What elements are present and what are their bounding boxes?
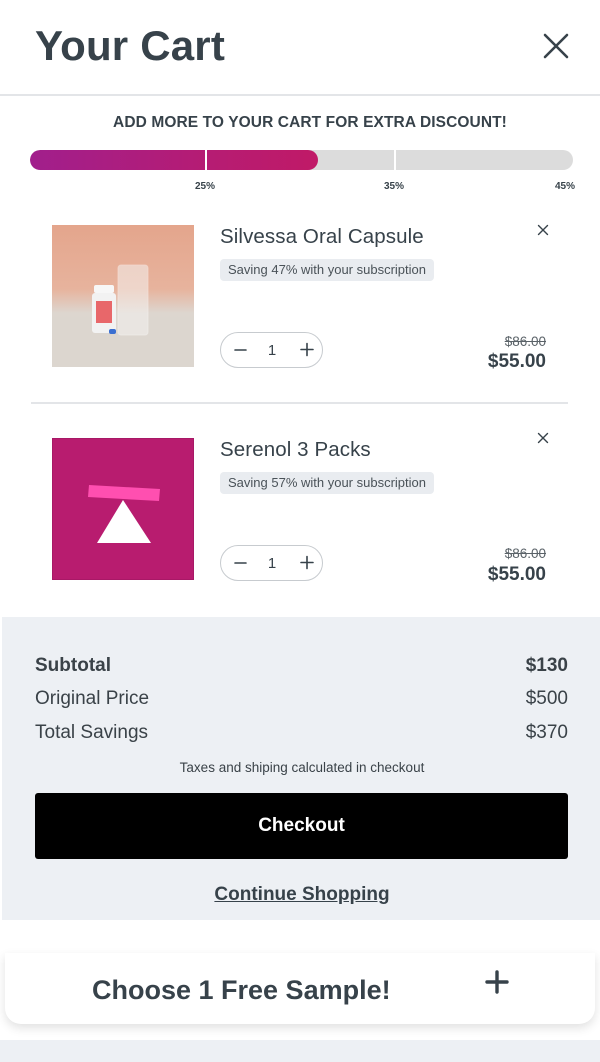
continue-shopping-link[interactable]: Continue Shopping: [2, 884, 600, 906]
product-photo-icon: [52, 225, 194, 367]
item-price: $55.00: [487, 351, 546, 372]
progress-milestone-divider: [205, 150, 207, 170]
tax-note: Taxes and shiping calculated in checkout: [179, 760, 425, 775]
original-price-label: Original Price: [35, 688, 150, 709]
brand-logo-icon: [52, 438, 194, 580]
remove-item-icon[interactable]: [537, 224, 549, 236]
product-name[interactable]: Serenol 3 Packs: [220, 438, 371, 462]
item-divider: [31, 402, 568, 404]
checkout-button[interactable]: Checkout: [35, 793, 568, 859]
order-summary: Subtotal $130 Original Price $500 Total …: [2, 617, 600, 920]
total-savings-label: Total Savings: [35, 722, 149, 743]
original-item-price: $86.00: [504, 334, 546, 349]
milestone-label-35: 35%: [384, 181, 405, 192]
quantity-stepper: 1: [220, 545, 323, 581]
plus-icon[interactable]: [485, 970, 509, 994]
footer-strip: [0, 1040, 600, 1062]
original-item-price: $86.00: [504, 546, 546, 561]
subtotal-label: Subtotal: [35, 655, 111, 676]
item-price: $55.00: [487, 564, 546, 585]
quantity-value[interactable]: 1: [253, 333, 291, 367]
saving-badge: Saving 47% with your subscription: [220, 259, 434, 281]
saving-badge: Saving 57% with your subscription: [220, 472, 434, 494]
quantity-value[interactable]: 1: [253, 546, 291, 580]
milestone-label-45: 45%: [555, 181, 576, 192]
discount-progress-bar: [30, 150, 573, 170]
increase-quantity-button[interactable]: [291, 546, 323, 580]
original-price-row: Original Price $500: [35, 688, 568, 712]
milestone-label-25: 25%: [195, 181, 216, 192]
product-name[interactable]: Silvessa Oral Capsule: [220, 225, 424, 249]
page-title: Your Cart: [35, 22, 226, 69]
progress-milestone-divider: [394, 150, 396, 170]
subtotal-value: $130: [525, 655, 568, 676]
discount-progress-title: ADD MORE TO YOUR CART FOR EXTRA DISCOUNT…: [113, 114, 507, 131]
cart-header: Your Cart: [0, 0, 600, 96]
close-icon[interactable]: [540, 30, 572, 62]
remove-item-icon[interactable]: [537, 432, 549, 444]
original-price-value: $500: [525, 688, 568, 709]
quantity-stepper: 1: [220, 332, 323, 368]
total-savings-row: Total Savings $370: [35, 722, 568, 746]
free-sample-card[interactable]: Choose 1 Free Sample!: [5, 953, 595, 1024]
subtotal-row: Subtotal $130: [35, 655, 568, 679]
discount-progress-fill: [30, 150, 318, 170]
increase-quantity-button[interactable]: [291, 333, 323, 367]
free-sample-label: Choose 1 Free Sample!: [92, 975, 391, 1005]
total-savings-value: $370: [525, 722, 568, 743]
